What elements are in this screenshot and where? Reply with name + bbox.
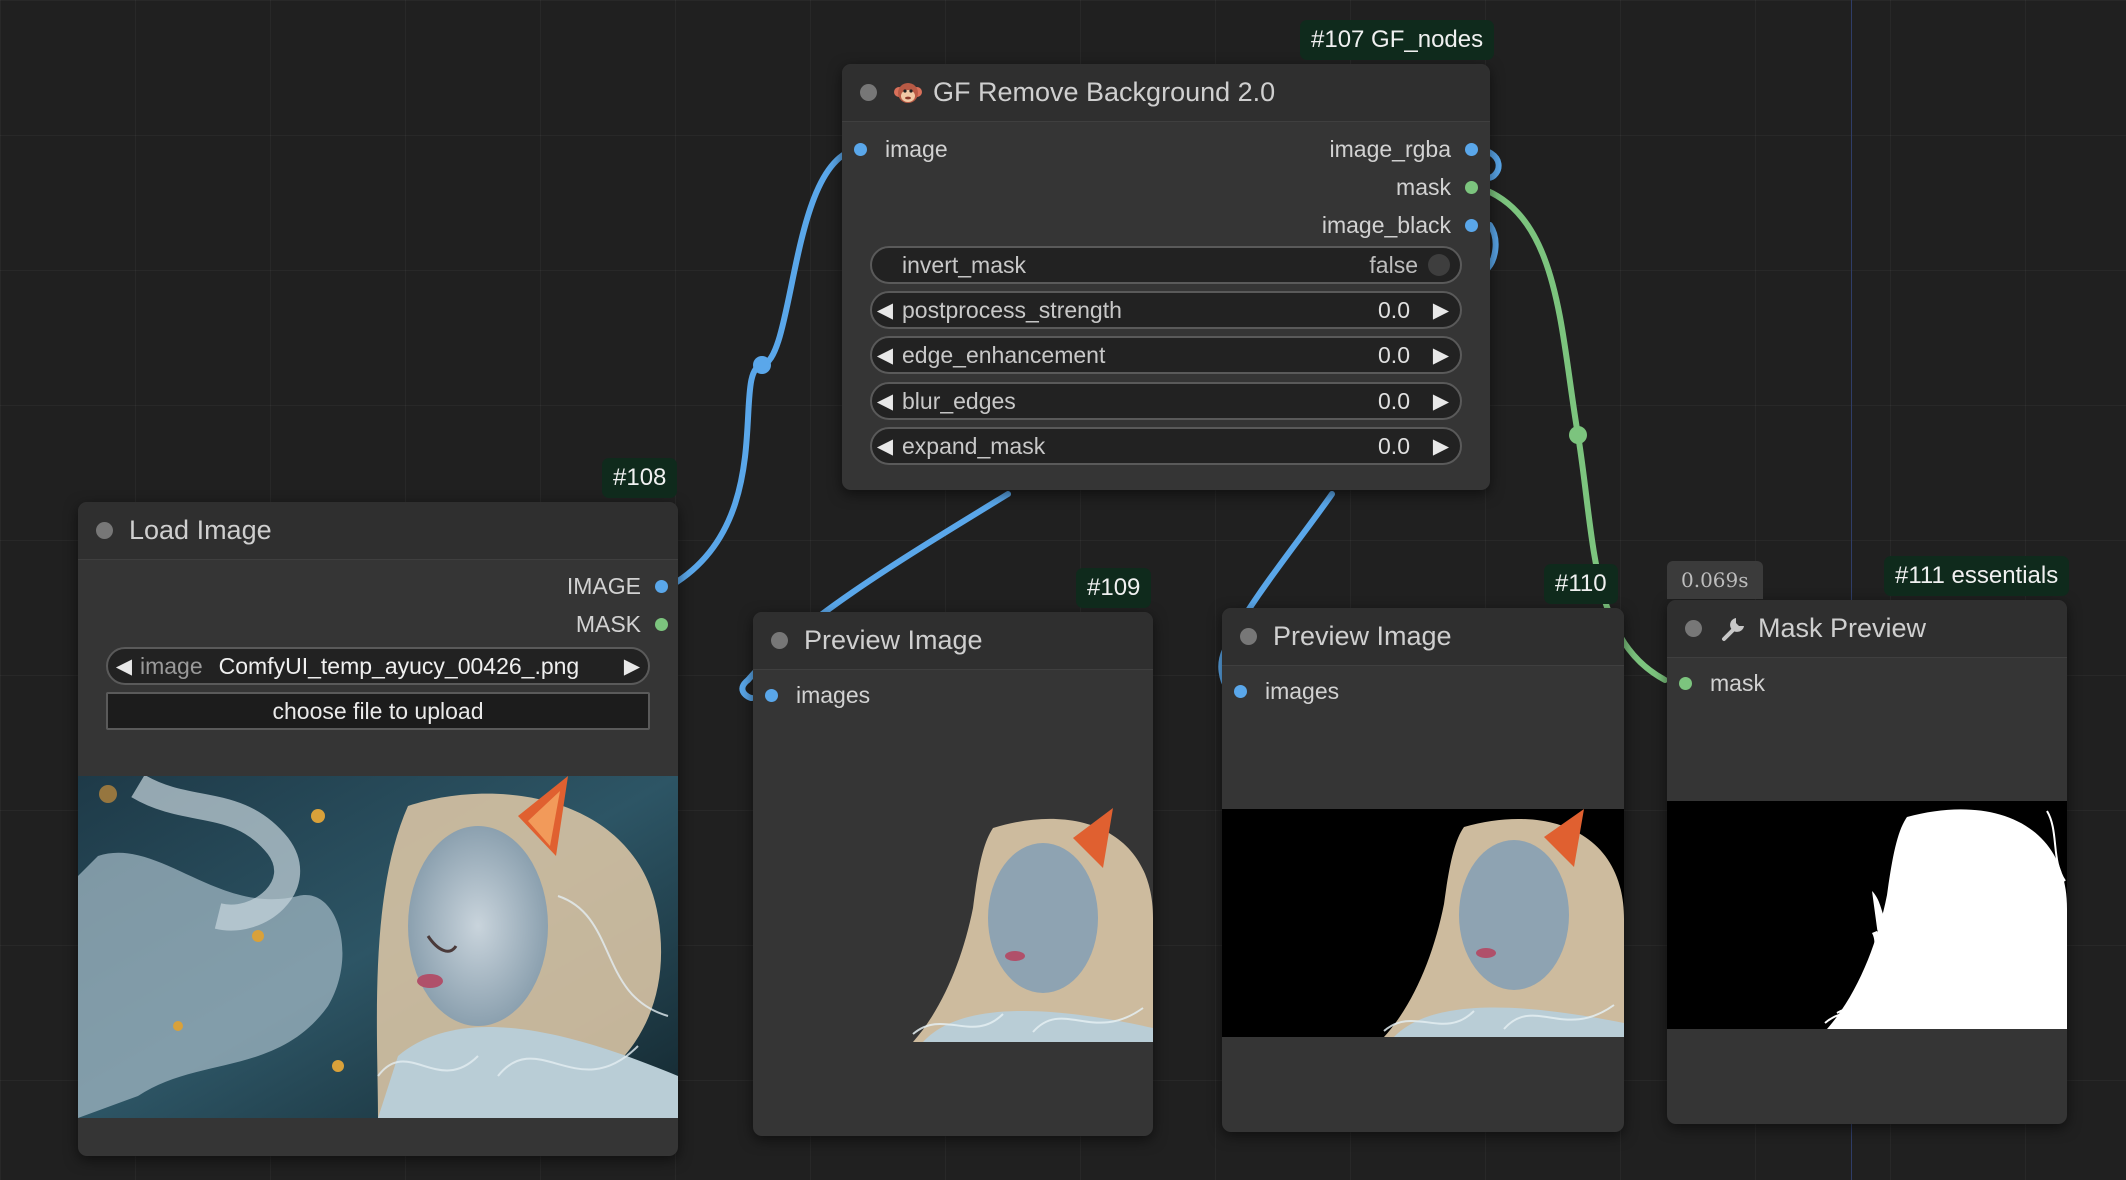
expand-mask-widget[interactable]: ◀ expand_mask 0.0 ▶ bbox=[870, 427, 1462, 465]
slot-label: MASK bbox=[575, 611, 641, 637]
node-badge-107: #107 GF_nodes bbox=[1300, 20, 1495, 60]
preview-image-node-110[interactable]: Preview Image images bbox=[1222, 608, 1624, 1132]
output-connector[interactable] bbox=[1465, 142, 1478, 156]
slot-label: mask bbox=[1710, 670, 1765, 696]
output-connector[interactable] bbox=[655, 617, 668, 631]
output-connector[interactable] bbox=[1465, 180, 1478, 194]
input-connector[interactable] bbox=[1234, 684, 1247, 698]
widget-label: blur_edges bbox=[902, 387, 1016, 414]
gf-remove-background-node[interactable]: GF Remove Background 2.0 image image_rgb… bbox=[842, 64, 1490, 490]
rgba-output-preview bbox=[903, 808, 1153, 1042]
node-header[interactable]: Mask Preview bbox=[1667, 600, 2067, 658]
slot-label: image_rgba bbox=[1329, 136, 1451, 162]
left-arrow-icon[interactable]: ◀ bbox=[872, 343, 898, 368]
toggle-icon[interactable] bbox=[1428, 254, 1450, 276]
widget-value: false bbox=[1369, 251, 1418, 278]
node-header[interactable]: GF Remove Background 2.0 bbox=[842, 64, 1490, 122]
right-arrow-icon[interactable]: ▶ bbox=[1428, 343, 1454, 368]
mask-preview-node[interactable]: Mask Preview mask bbox=[1667, 600, 2067, 1124]
widget-value: 0.0 bbox=[1378, 387, 1410, 414]
node-title: GF Remove Background 2.0 bbox=[933, 77, 1276, 107]
edge-enhancement-widget[interactable]: ◀ edge_enhancement 0.0 ▶ bbox=[870, 336, 1462, 374]
node-header[interactable]: Preview Image bbox=[753, 612, 1153, 670]
widget-label: postprocess_strength bbox=[902, 296, 1122, 323]
slot-label: images bbox=[1265, 678, 1340, 704]
image-file-selector[interactable]: ◀ image ComfyUI_temp_ayucy_00426_.png ▶ bbox=[106, 647, 650, 685]
widget-label: expand_mask bbox=[902, 432, 1046, 459]
left-arrow-icon[interactable]: ◀ bbox=[872, 389, 898, 414]
right-arrow-icon[interactable]: ▶ bbox=[1428, 389, 1454, 414]
input-slot-mask[interactable]: mask bbox=[1679, 668, 1765, 698]
mask-image bbox=[1667, 801, 2067, 1029]
input-connector[interactable] bbox=[765, 688, 778, 702]
output-slot-image-black[interactable]: image_black bbox=[1322, 210, 1478, 240]
node-title: Preview Image bbox=[1273, 621, 1452, 651]
slot-label: IMAGE bbox=[566, 573, 641, 599]
combo-label: image bbox=[140, 652, 203, 679]
cutout-on-black-image bbox=[1222, 809, 1624, 1037]
wrench-icon bbox=[1722, 617, 1744, 641]
cutout-image bbox=[912, 808, 1153, 1042]
link-rgba-to-preview-109-end bbox=[739, 677, 755, 701]
output-slot-mask[interactable]: MASK bbox=[576, 609, 668, 639]
node-title: Load Image bbox=[129, 515, 272, 545]
left-arrow-icon[interactable]: ◀ bbox=[872, 298, 898, 323]
upload-button[interactable]: choose file to upload bbox=[106, 692, 650, 730]
node-header[interactable]: Preview Image bbox=[1222, 608, 1624, 666]
output-slot-image-rgba[interactable]: image_rgba bbox=[1330, 134, 1478, 164]
collapse-toggle[interactable] bbox=[96, 522, 113, 539]
execution-time-label: 0.069s bbox=[1667, 561, 1763, 599]
slot-label: images bbox=[796, 682, 871, 708]
input-slot-images[interactable]: images bbox=[765, 680, 870, 710]
blur-edges-widget[interactable]: ◀ blur_edges 0.0 ▶ bbox=[870, 382, 1462, 420]
invert-mask-toggle[interactable]: invert_mask false bbox=[870, 246, 1462, 284]
left-arrow-icon[interactable]: ◀ bbox=[872, 434, 898, 459]
collapse-toggle[interactable] bbox=[860, 84, 877, 101]
node-header[interactable]: Load Image bbox=[78, 502, 678, 560]
widget-value: 0.0 bbox=[1378, 296, 1410, 323]
postprocess-strength-widget[interactable]: ◀ postprocess_strength 0.0 ▶ bbox=[870, 291, 1462, 329]
input-connector[interactable] bbox=[854, 142, 867, 156]
collapse-toggle[interactable] bbox=[771, 632, 788, 649]
collapse-toggle[interactable] bbox=[1685, 620, 1702, 637]
slot-label: image bbox=[885, 136, 948, 162]
node-badge-111: #111 essentials bbox=[1884, 556, 2070, 596]
slot-label: image_black bbox=[1321, 212, 1451, 238]
node-title: Preview Image bbox=[804, 625, 983, 655]
black-bg-output-preview bbox=[1222, 809, 1624, 1037]
right-arrow-icon[interactable]: ▶ bbox=[1428, 434, 1454, 459]
link-reroute-dot-image bbox=[753, 356, 771, 374]
output-connector[interactable] bbox=[655, 579, 668, 593]
combo-value: ComfyUI_temp_ayucy_00426_.png bbox=[218, 652, 580, 679]
output-slot-mask[interactable]: mask bbox=[1396, 172, 1478, 202]
slot-label: mask bbox=[1396, 174, 1451, 200]
preview-image-node-109[interactable]: Preview Image images bbox=[753, 612, 1153, 1136]
loaded-image-preview bbox=[78, 776, 678, 1118]
input-connector[interactable] bbox=[1679, 676, 1692, 690]
right-arrow-icon[interactable]: ▶ bbox=[1428, 298, 1454, 323]
load-image-node[interactable]: Load Image IMAGE MASK ◀ image ComfyUI_te… bbox=[78, 502, 678, 1156]
node-title: Mask Preview bbox=[1758, 613, 1927, 643]
output-connector[interactable] bbox=[1465, 218, 1478, 232]
monkey-icon bbox=[894, 82, 922, 103]
right-arrow-icon[interactable]: ▶ bbox=[616, 654, 648, 679]
widget-value: 0.0 bbox=[1378, 341, 1410, 368]
node-badge-110: #110 bbox=[1544, 564, 1618, 604]
widget-value: 0.0 bbox=[1378, 432, 1410, 459]
widget-label: edge_enhancement bbox=[902, 341, 1106, 368]
left-arrow-icon[interactable]: ◀ bbox=[108, 654, 140, 679]
node-badge-109: #109 bbox=[1076, 568, 1152, 608]
input-slot-images[interactable]: images bbox=[1234, 676, 1339, 706]
mask-output-preview bbox=[1667, 801, 2067, 1029]
widget-label: invert_mask bbox=[902, 251, 1026, 278]
collapse-toggle[interactable] bbox=[1240, 628, 1257, 645]
portrait-image bbox=[78, 776, 678, 1118]
output-slot-image[interactable]: IMAGE bbox=[567, 571, 668, 601]
input-slot-image[interactable]: image bbox=[854, 134, 948, 164]
node-badge-108: #108 bbox=[602, 458, 678, 498]
link-reroute-dot-mask bbox=[1569, 426, 1587, 444]
